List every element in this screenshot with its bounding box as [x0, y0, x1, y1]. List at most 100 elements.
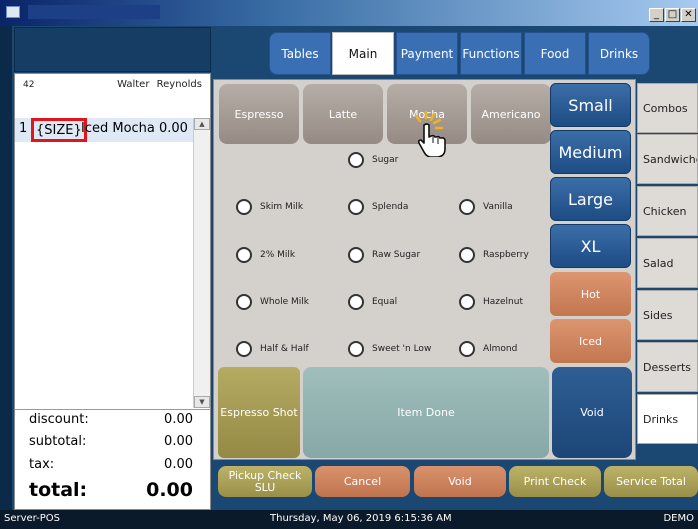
category-chicken[interactable]: Chicken [637, 186, 698, 236]
cancel-button[interactable]: Cancel [315, 466, 410, 497]
category-salad[interactable]: Salad [637, 238, 698, 288]
order-qty: 1 [19, 121, 28, 136]
void-check-button[interactable]: Void [414, 466, 506, 497]
tab-drinks[interactable]: Drinks [588, 32, 650, 75]
minimize-button[interactable]: _ [649, 8, 664, 22]
pickup-check-button[interactable]: Pickup Check SLU [218, 466, 312, 497]
radio-icon[interactable] [236, 199, 252, 215]
option-raspberry[interactable]: Raspberry [459, 247, 529, 263]
latte-button[interactable]: Latte [303, 84, 383, 144]
check-scrollbar[interactable]: ▲ ▼ [193, 118, 210, 408]
option-label: Whole Milk [260, 297, 309, 307]
tab-functions[interactable]: Functions [460, 32, 522, 75]
print-check-button[interactable]: Print Check [509, 466, 601, 497]
order-item-price: 0.00 [159, 121, 188, 136]
app-icon [6, 6, 20, 18]
scroll-down-icon[interactable]: ▼ [194, 396, 210, 408]
close-button[interactable]: ✕ [681, 8, 696, 22]
radio-icon[interactable] [459, 294, 475, 310]
option-label: Raw Sugar [372, 250, 421, 260]
option-label: 2% Milk [260, 250, 296, 260]
espresso-button[interactable]: Espresso [219, 84, 299, 144]
check-panel: 42 Walter Reynolds 1 {SIZE} Iced Mocha 0… [14, 73, 211, 510]
item-done-button[interactable]: Item Done [303, 367, 549, 458]
category-desserts[interactable]: Desserts [637, 342, 698, 392]
tab-tables[interactable]: Tables [269, 32, 331, 75]
total-row: total: 0.00 [29, 479, 193, 501]
category-sides[interactable]: Sides [637, 290, 698, 340]
option-sugar[interactable]: Sugar [348, 152, 398, 168]
option-sweet-n-low[interactable]: Sweet 'n Low [348, 341, 431, 357]
option-splenda[interactable]: Splenda [348, 199, 408, 215]
totals-divider [15, 409, 210, 410]
total-label: total: [29, 479, 88, 501]
category-drinks[interactable]: Drinks [637, 394, 698, 444]
radio-icon[interactable] [348, 294, 364, 310]
option-vanilla[interactable]: Vanilla [459, 199, 513, 215]
discount-label: discount: [29, 412, 89, 427]
option-label: Splenda [372, 202, 409, 212]
radio-icon[interactable] [236, 247, 252, 263]
size-small-button[interactable]: Small [550, 83, 631, 127]
option-whole-milk[interactable]: Whole Milk [236, 294, 309, 310]
radio-icon[interactable] [236, 294, 252, 310]
option-label: Vanilla [483, 202, 513, 212]
option-label: Skim Milk [260, 202, 304, 212]
option-equal[interactable]: Equal [348, 294, 397, 310]
pos-app: 42 Walter Reynolds 1 {SIZE} Iced Mocha 0… [12, 26, 698, 510]
tab-payment[interactable]: Payment [396, 32, 458, 75]
option-label: Raspberry [483, 250, 529, 260]
option-hazelnut[interactable]: Hazelnut [459, 294, 523, 310]
radio-icon[interactable] [459, 199, 475, 215]
option-label: Almond [483, 344, 518, 354]
option-half-and-half[interactable]: Half & Half [236, 341, 309, 357]
tab-food[interactable]: Food [524, 32, 586, 75]
order-item-name: Iced Mocha [81, 121, 155, 136]
station-name: Server-POS [4, 513, 61, 524]
size-medium-button[interactable]: Medium [550, 130, 631, 174]
discount-row: discount: 0.00 [29, 412, 193, 427]
option-label: Hazelnut [483, 297, 523, 307]
category-combos[interactable]: Combos [637, 83, 698, 133]
title-bar: _ □ ✕ [0, 0, 698, 26]
radio-icon[interactable] [348, 247, 364, 263]
radio-icon[interactable] [459, 247, 475, 263]
maximize-button[interactable]: □ [665, 8, 680, 22]
check-header [14, 27, 211, 72]
option-almond[interactable]: Almond [459, 341, 517, 357]
window-controls: _ □ ✕ [649, 8, 696, 22]
category-sandwiches[interactable]: Sandwiches [637, 134, 698, 184]
subtotal-label: subtotal: [29, 434, 87, 449]
iced-button[interactable]: Iced [550, 319, 631, 363]
radio-icon[interactable] [459, 341, 475, 357]
option-label: Equal [372, 297, 398, 307]
subtotal-row: subtotal: 0.00 [29, 434, 193, 449]
service-total-button[interactable]: Service Total [604, 466, 698, 497]
option-label: Sugar [372, 155, 399, 165]
size-large-button[interactable]: Large [550, 177, 631, 221]
size-xl-button[interactable]: XL [550, 224, 631, 268]
tax-label: tax: [29, 457, 55, 472]
option-skim-milk[interactable]: Skim Milk [236, 199, 303, 215]
scroll-up-icon[interactable]: ▲ [194, 118, 210, 130]
total-value: 0.00 [146, 479, 193, 501]
option-label: Half & Half [260, 344, 309, 354]
window-title [28, 5, 160, 19]
option-2-percent-milk[interactable]: 2% Milk [236, 247, 295, 263]
void-item-button[interactable]: Void [552, 367, 632, 458]
radio-icon[interactable] [348, 152, 364, 168]
radio-icon[interactable] [348, 199, 364, 215]
hot-button[interactable]: Hot [550, 272, 631, 316]
espresso-shot-button[interactable]: Espresso Shot [218, 367, 300, 458]
discount-value: 0.00 [164, 412, 193, 427]
subtotal-value: 0.00 [164, 434, 193, 449]
option-raw-sugar[interactable]: Raw Sugar [348, 247, 420, 263]
tab-main[interactable]: Main [332, 32, 394, 75]
radio-icon[interactable] [348, 341, 364, 357]
radio-icon[interactable] [236, 341, 252, 357]
americano-button[interactable]: Americano [471, 84, 551, 144]
order-line[interactable]: 1 {SIZE} Iced Mocha 0.00 [15, 118, 193, 142]
order-size-placeholder: {SIZE} [31, 118, 87, 142]
hand-cursor-icon [414, 110, 446, 157]
status-bar: Server-POS Thursday, May 06, 2019 6:15:3… [0, 510, 698, 529]
